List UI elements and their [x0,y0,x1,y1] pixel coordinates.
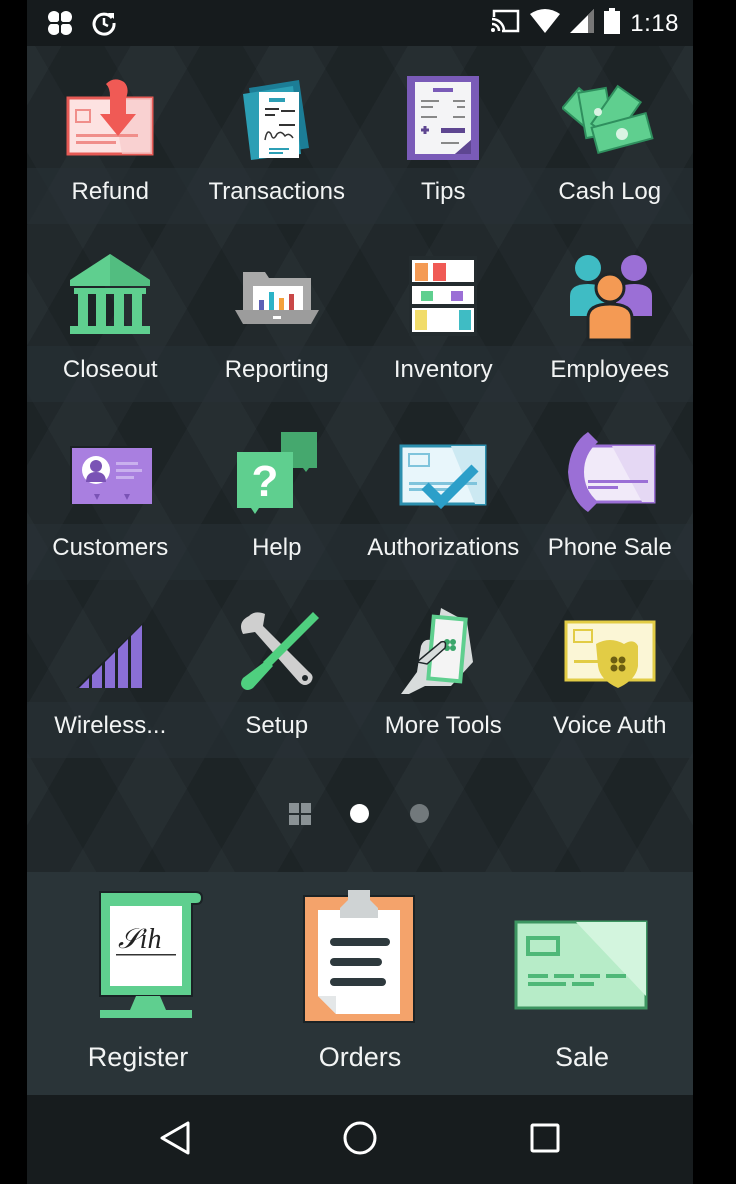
battery-icon [604,8,621,39]
app-label: Help [252,534,302,561]
home-button[interactable] [330,1115,390,1165]
app-phone-sale[interactable]: Phone Sale [527,402,694,580]
recents-icon [529,1122,561,1159]
app-label: Cash Log [558,178,662,205]
app-inventory[interactable]: Inventory [360,224,527,402]
phone-sale-icon [562,424,658,520]
cell-signal-icon [570,9,595,38]
app-label: Employees [550,356,670,383]
app-authorizations[interactable]: Authorizations [360,402,527,580]
tips-icon [395,68,491,164]
dock-label: Sale [554,1042,610,1072]
app-label: Phone Sale [547,534,672,561]
wireless-icon [62,602,158,698]
app-grid: Refund Transactions Tips Cash Log Closeo… [27,46,693,872]
more-tools-icon [395,602,491,698]
dock-label: Register [87,1042,189,1072]
app-label: Refund [71,178,149,205]
app-label: Wireless... [54,712,167,739]
app-label: Authorizations [367,534,520,561]
app-label: Reporting [224,356,329,383]
page-dot[interactable] [410,804,429,823]
clover-app-icon [47,10,73,41]
app-label: Setup [245,712,309,739]
dock-sale[interactable]: Sale [471,872,693,1095]
page-dot-active[interactable] [350,804,369,823]
cast-icon [490,9,520,38]
app-help[interactable]: ? Help [194,402,361,580]
app-more-tools[interactable]: More Tools [360,580,527,758]
app-customers[interactable]: Customers [27,402,194,580]
reporting-icon [229,246,325,342]
status-bar: 1:18 [27,0,693,46]
clock: 1:18 [630,9,679,37]
svg-text:?: ? [251,457,278,506]
app-label: Customers [52,534,169,561]
app-label: Closeout [62,356,158,383]
page-indicator [27,798,693,828]
app-label: Transactions [208,178,346,205]
app-row: Refund Transactions Tips Cash Log [27,46,693,224]
app-wireless[interactable]: Wireless... [27,580,194,758]
employees-icon [562,246,658,342]
app-reporting[interactable]: Reporting [194,224,361,402]
page-indicator-grid[interactable] [289,803,311,825]
app-label: Voice Auth [553,712,667,739]
dock-orders[interactable]: Orders [249,872,471,1095]
app-closeout[interactable]: Closeout [27,224,194,402]
dock: 𝒮ih Register Orders Sale [27,872,693,1095]
app-row: Wireless... Setup More Tools Voice Auth [27,580,693,758]
dock-register[interactable]: 𝒮ih Register [27,872,249,1095]
voice-auth-icon [562,602,658,698]
navigation-bar [27,1095,693,1184]
orders-icon [290,886,430,1026]
svg-text:𝒮ih: 𝒮ih [118,924,161,955]
launcher-screen: 1:18 Refund Transactions Tips Cash Log C… [27,0,693,1184]
app-refund[interactable]: Refund [27,46,194,224]
setup-icon [229,602,325,698]
customers-icon [62,424,158,520]
app-transactions[interactable]: Transactions [194,46,361,224]
inventory-icon [395,246,491,342]
app-label: Inventory [393,356,493,383]
app-label: More Tools [384,712,502,739]
app-label: Tips [421,178,466,205]
app-row: Closeout Reporting Inventory Employees [27,224,693,402]
app-setup[interactable]: Setup [194,580,361,758]
wifi-icon [530,9,561,38]
back-icon [158,1120,192,1161]
closeout-icon [62,246,158,342]
refund-icon [62,68,158,164]
app-voice-auth[interactable]: Voice Auth [527,580,694,758]
back-button[interactable] [145,1115,205,1165]
sync-clock-icon [91,10,117,41]
home-icon [342,1120,378,1161]
register-icon: 𝒮ih [68,886,208,1026]
app-row: Customers ? Help Authorizations Phone Sa… [27,402,693,580]
cash-log-icon [560,68,658,164]
authorizations-icon [395,424,491,520]
sale-icon [512,886,652,1026]
dock-label: Orders [318,1042,402,1072]
app-cash-log[interactable]: Cash Log [527,46,694,224]
recents-button[interactable] [515,1115,575,1165]
app-tips[interactable]: Tips [360,46,527,224]
transactions-icon [229,68,325,164]
help-icon: ? [229,424,325,520]
app-employees[interactable]: Employees [527,224,694,402]
